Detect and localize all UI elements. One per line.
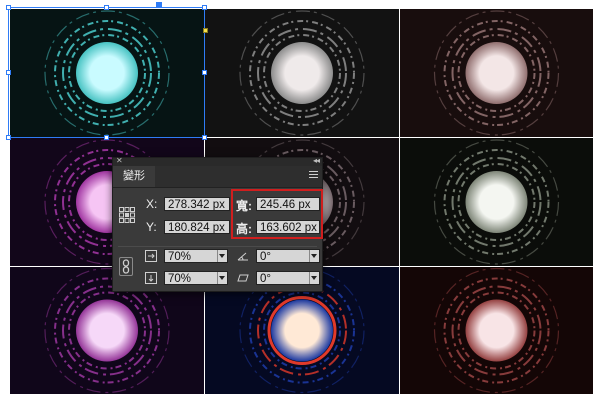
scale-height-value: 70% [168,273,192,285]
rotate-value: 0° [260,251,271,263]
scale-width-value: 70% [168,251,192,263]
scale-height-icon [145,272,157,284]
chevron-down-icon [219,254,225,258]
collapse-icon[interactable]: ◂◂ [313,156,320,165]
corner-widget-handle[interactable] [203,28,208,33]
shear-value: 0° [260,273,271,285]
shear-select[interactable]: 0° [256,271,320,285]
spiral-tile-3[interactable] [400,9,594,138]
height-label: 高: [236,222,252,236]
width-label: 寬: [236,199,252,213]
reference-point-icon[interactable] [118,206,136,224]
scale-width-select[interactable]: 70% [164,249,228,263]
close-icon[interactable]: ✕ [116,156,123,165]
height-input[interactable]: 163.602 px [256,220,320,234]
shear-icon [237,274,249,282]
scale-width-icon [145,250,157,262]
spiral-tile-1[interactable] [10,9,205,138]
width-input[interactable]: 245.46 px [256,197,320,211]
link-icon [122,259,130,274]
spiral-tile-9[interactable] [400,267,594,395]
spiral-tile-2[interactable] [205,9,400,138]
y-input[interactable]: 180.824 px [164,220,230,234]
chevron-down-icon [311,254,317,258]
selection-center-point[interactable] [156,2,162,8]
transform-panel: ✕ ◂◂ 變形 X: 278.342 px Y: 180.824 px 寬: 2… [112,156,323,292]
panel-divider [118,246,317,247]
panel-menu-icon[interactable] [309,171,318,180]
scale-height-select[interactable]: 70% [164,271,228,285]
chevron-down-icon [219,276,225,280]
x-label: X: [146,197,158,211]
tab-transform[interactable]: 變形 [113,166,155,187]
panel-titlebar[interactable]: ✕ ◂◂ [113,156,322,166]
chevron-down-icon [311,276,317,280]
rotate-select[interactable]: 0° [256,249,320,263]
constrain-proportions-button[interactable] [119,257,133,276]
spiral-tile-6[interactable] [400,138,594,267]
panel-tabbar: 變形 [113,166,322,188]
x-input[interactable]: 278.342 px [164,197,230,211]
y-label: Y: [146,220,157,234]
rotate-angle-icon [237,252,248,261]
